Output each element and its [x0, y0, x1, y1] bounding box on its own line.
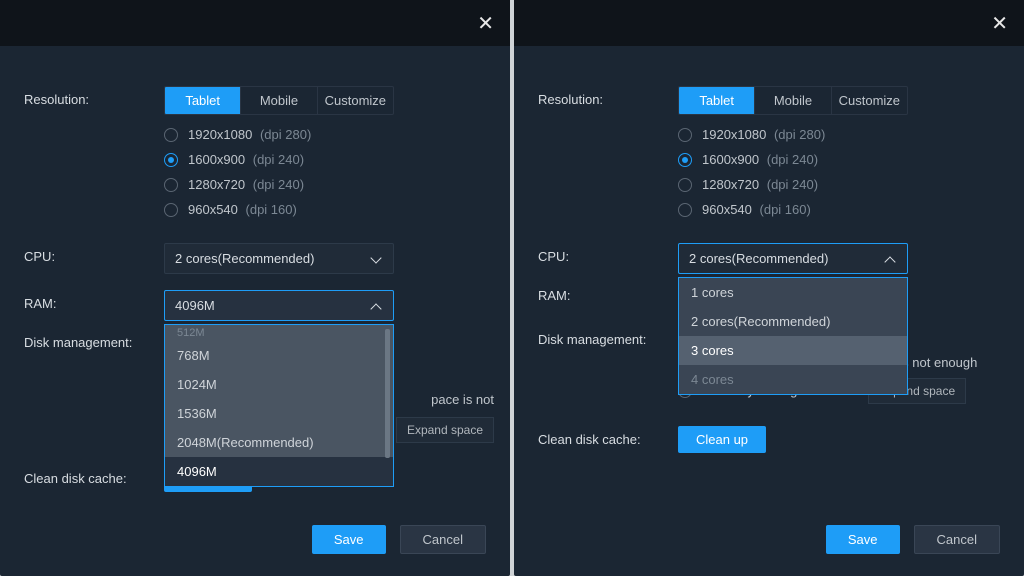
ram-select[interactable]: 4096M — [164, 290, 394, 321]
ram-label: RAM: — [24, 290, 164, 311]
resolution-label: Resolution: — [24, 86, 164, 107]
chevron-down-icon — [369, 252, 383, 266]
cpu-row: CPU: 2 cores(Recommended) — [24, 243, 486, 274]
save-button[interactable]: Save — [826, 525, 900, 554]
cpu-select-value: 2 cores(Recommended) — [689, 251, 828, 266]
chevron-up-icon — [369, 299, 383, 313]
clean-up-button[interactable]: Clean up — [678, 426, 766, 453]
chevron-up-icon — [883, 252, 897, 266]
scrollbar[interactable] — [385, 329, 390, 458]
cpu-option-1[interactable]: 1 cores — [679, 278, 907, 307]
settings-panel-right: ✕ Resolution: Tablet Mobile Customize 19… — [514, 0, 1024, 576]
settings-panel-left: ✕ Resolution: Tablet Mobile Customize 19… — [0, 0, 510, 576]
radio-icon — [678, 203, 692, 217]
resolution-tabs: Tablet Mobile Customize — [678, 86, 908, 115]
cpu-select[interactable]: 2 cores(Recommended) — [164, 243, 394, 274]
tab-customize[interactable]: Customize — [832, 87, 907, 114]
resolution-radios: 1920x1080 (dpi 280) 1600x900 (dpi 240) 1… — [164, 127, 486, 217]
radio-icon — [164, 128, 178, 142]
cpu-label: CPU: — [24, 243, 164, 264]
radio-icon — [678, 153, 692, 167]
clean-label: Clean disk cache: — [538, 426, 678, 447]
tab-mobile[interactable]: Mobile — [241, 87, 317, 114]
cpu-label: CPU: — [538, 243, 678, 264]
resolution-label: Resolution: — [538, 86, 678, 107]
cancel-button[interactable]: Cancel — [914, 525, 1000, 554]
radio-icon — [164, 203, 178, 217]
cpu-select-value: 2 cores(Recommended) — [175, 251, 314, 266]
disk-label: Disk management: — [24, 329, 164, 350]
radio-icon — [678, 178, 692, 192]
ram-option-1024[interactable]: 1024M — [165, 370, 393, 399]
resolution-option-1920[interactable]: 1920x1080 (dpi 280) — [164, 127, 486, 142]
resolution-radios: 1920x1080 (dpi 280) 1600x900 (dpi 240) 1… — [678, 127, 1000, 217]
resolution-option-1280[interactable]: 1280x720 (dpi 240) — [678, 177, 1000, 192]
close-icon[interactable]: ✕ — [991, 11, 1008, 36]
expand-space-button[interactable]: Expand space — [396, 417, 494, 443]
footer-buttons: Save Cancel — [312, 525, 486, 554]
ram-option-1536[interactable]: 1536M — [165, 399, 393, 428]
disk-label: Disk management: — [538, 326, 678, 347]
titlebar: ✕ — [0, 0, 510, 46]
close-icon[interactable]: ✕ — [477, 11, 494, 36]
titlebar: ✕ — [514, 0, 1024, 46]
ram-row: RAM: 4096M 512M 768M 1024M 1536M 2048M(R… — [24, 290, 486, 321]
content-area: Resolution: Tablet Mobile Customize 1920… — [514, 46, 1024, 576]
cpu-option-2[interactable]: 2 cores(Recommended) — [679, 307, 907, 336]
content-area: Resolution: Tablet Mobile Customize 1920… — [0, 46, 510, 576]
cpu-option-4[interactable]: 4 cores — [679, 365, 907, 394]
resolution-row: Resolution: Tablet Mobile Customize 1920… — [538, 86, 1000, 227]
resolution-tabs: Tablet Mobile Customize — [164, 86, 394, 115]
resolution-option-960[interactable]: 960x540 (dpi 160) — [678, 202, 1000, 217]
ram-option-512[interactable]: 512M — [165, 325, 393, 341]
ram-dropdown: 512M 768M 1024M 1536M 2048M(Recommended)… — [164, 324, 394, 487]
tab-customize[interactable]: Customize — [318, 87, 393, 114]
save-button[interactable]: Save — [312, 525, 386, 554]
resolution-option-1600[interactable]: 1600x900 (dpi 240) — [164, 152, 486, 167]
resolution-option-1600[interactable]: 1600x900 (dpi 240) — [678, 152, 1000, 167]
cpu-option-3[interactable]: 3 cores — [679, 336, 907, 365]
footer-buttons: Save Cancel — [826, 525, 1000, 554]
resolution-option-960[interactable]: 960x540 (dpi 160) — [164, 202, 486, 217]
radio-icon — [164, 178, 178, 192]
tab-tablet[interactable]: Tablet — [679, 87, 755, 114]
radio-icon — [678, 128, 692, 142]
tab-mobile[interactable]: Mobile — [755, 87, 831, 114]
ram-option-768[interactable]: 768M — [165, 341, 393, 370]
cpu-select[interactable]: 2 cores(Recommended) — [678, 243, 908, 274]
clean-label: Clean disk cache: — [24, 465, 164, 486]
cpu-dropdown: 1 cores 2 cores(Recommended) 3 cores 4 c… — [678, 277, 908, 395]
disk-text-fragment: pace is not — [431, 391, 494, 409]
cancel-button[interactable]: Cancel — [400, 525, 486, 554]
radio-icon — [164, 153, 178, 167]
tab-tablet[interactable]: Tablet — [165, 87, 241, 114]
resolution-option-1920[interactable]: 1920x1080 (dpi 280) — [678, 127, 1000, 142]
ram-label: RAM: — [538, 282, 678, 303]
cpu-row: CPU: 2 cores(Recommended) 1 cores 2 core… — [538, 243, 1000, 274]
resolution-row: Resolution: Tablet Mobile Customize 1920… — [24, 86, 486, 227]
ram-option-2048[interactable]: 2048M(Recommended) — [165, 428, 393, 457]
ram-select-value: 4096M — [175, 298, 215, 313]
ram-option-4096[interactable]: 4096M — [165, 457, 393, 486]
clean-row: Clean disk cache: Clean up — [538, 426, 1000, 453]
resolution-option-1280[interactable]: 1280x720 (dpi 240) — [164, 177, 486, 192]
